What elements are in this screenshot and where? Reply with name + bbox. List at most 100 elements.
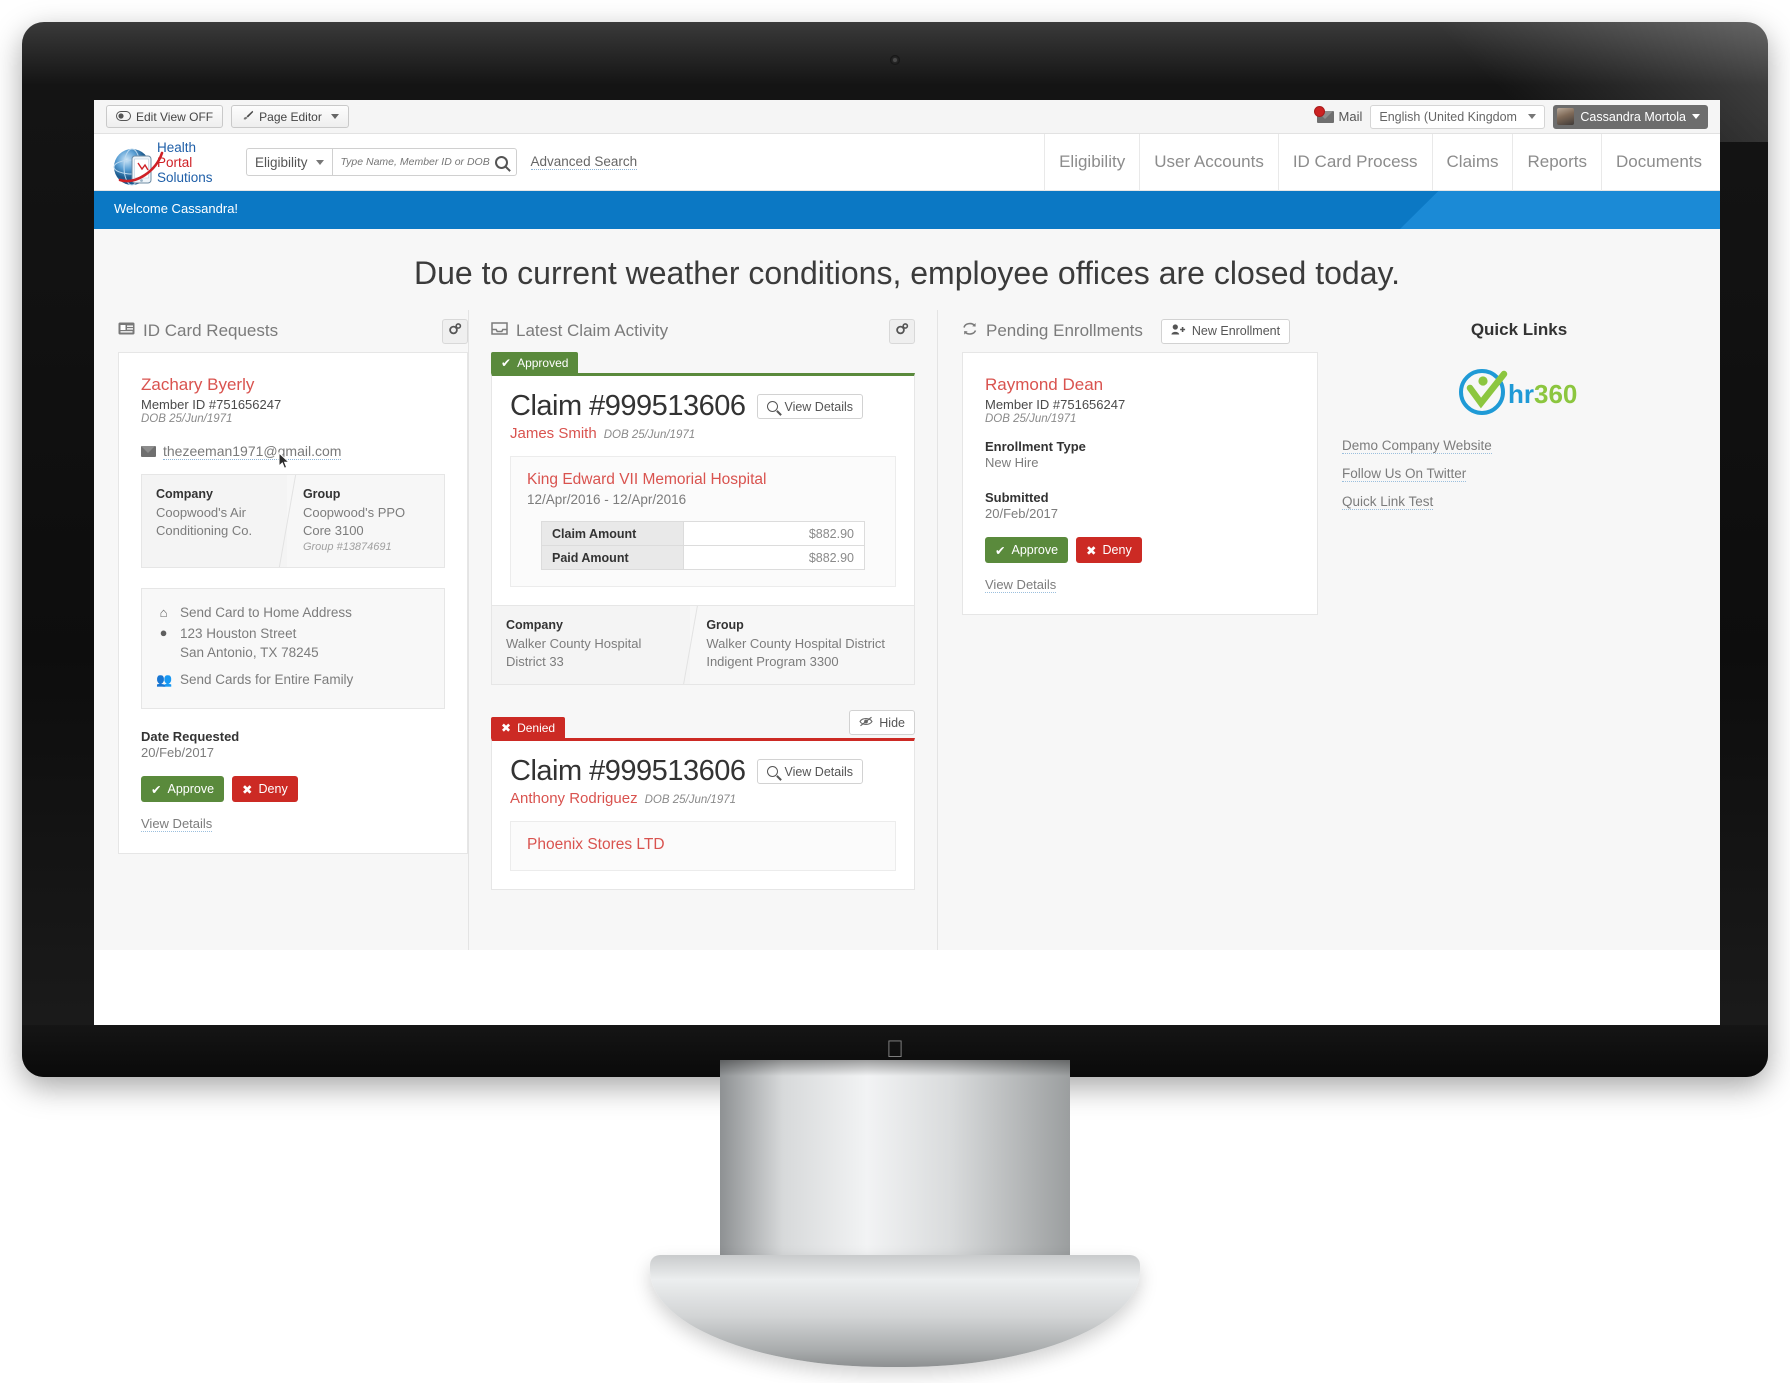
claim-activity-settings-button[interactable] [889, 318, 915, 344]
paid-amount-label: Paid Amount [540, 545, 685, 570]
hr360-logo[interactable]: hr 360 [1342, 368, 1696, 416]
member-email-link[interactable]: thezeeman1971@gmail.com [163, 443, 342, 460]
company-value: Walker County Hospital District 33 [506, 636, 642, 669]
enrollee-name[interactable]: Raymond Dean [985, 375, 1295, 395]
provider-name[interactable]: King Edward VII Memorial Hospital [527, 471, 879, 489]
view-details-link[interactable]: View Details [141, 816, 213, 833]
svg-text:Solutions: Solutions [157, 170, 213, 185]
svg-text:hr: hr [1508, 379, 1534, 409]
company-cell: Company Coopwood's Air Conditioning Co. [142, 475, 287, 567]
company-label: Company [156, 487, 213, 501]
enrollment-type-label: Enrollment Type [985, 439, 1086, 454]
svg-text:Portal: Portal [157, 155, 192, 170]
address-line-1: 123 Houston Street [180, 626, 297, 642]
quick-links-panel: Quick Links hr 360 Demo Company Website … [1318, 310, 1696, 950]
eye-slash-icon [859, 716, 873, 730]
group-cell: Group Coopwood's PPO Core 3100 Group #13… [286, 475, 444, 568]
approve-button[interactable]: ✔ Approve [141, 776, 225, 803]
mail-icon [1313, 105, 1334, 123]
submitted-block: Submitted 20/Feb/2017 [985, 490, 1295, 521]
deny-button[interactable]: ✖ Deny [1076, 537, 1142, 563]
mail-label: Mail [1338, 109, 1363, 124]
search-box[interactable] [331, 148, 517, 176]
family-option-row: 👥 Send Cards for Entire Family [156, 672, 430, 688]
search-input[interactable] [340, 156, 495, 168]
view-details-button[interactable]: View Details [757, 394, 864, 419]
view-details-link[interactable]: View Details [985, 577, 1057, 593]
toggle-icon [116, 110, 131, 124]
welcome-message: Welcome Cassandra! [114, 201, 239, 216]
claim-card-denied: Hide ✖ Denied Claim #999513606 View Deta… [491, 710, 915, 891]
quick-links-title: Quick Links [1470, 320, 1568, 339]
member-name[interactable]: Zachary Byerly [141, 375, 445, 395]
hide-button[interactable]: Hide [849, 710, 915, 736]
chevron-down-icon [1528, 114, 1537, 119]
welcome-bar-accent [1400, 191, 1720, 229]
claim-number: Claim #999513606 [510, 390, 746, 422]
deny-label: Deny [258, 782, 288, 797]
date-requested-block: Date Requested 20/Feb/2017 [141, 729, 445, 760]
new-enrollment-button[interactable]: New Enrollment [1160, 318, 1291, 344]
mail-button[interactable]: Mail [1313, 105, 1363, 124]
nav-item-reports[interactable]: Reports [1512, 133, 1601, 191]
claim-amount-value: $882.90 [683, 521, 865, 546]
id-card-requests-title: ID Card Requests [143, 321, 279, 340]
latest-claim-activity-panel: Latest Claim Activity ✔ Approved Claim #… [468, 310, 938, 950]
date-requested-value: 20/Feb/2017 [141, 745, 215, 761]
id-card-settings-button[interactable] [442, 318, 468, 344]
deny-button[interactable]: ✖ Deny [232, 776, 298, 803]
approve-button[interactable]: ✔ Approve [985, 537, 1069, 563]
claim-card-body: Claim #999513606 View Details James Smit… [491, 373, 915, 606]
family-icon: 👥 [156, 671, 173, 687]
table-row: Paid Amount $882.90 [540, 545, 865, 570]
enrollment-type-value: New Hire [985, 455, 1039, 470]
group-label: Group [302, 487, 341, 501]
display-screen: Edit View OFF Page Editor Mail English (… [94, 100, 1720, 1025]
quick-link-follow-us-on-twitter[interactable]: Follow Us On Twitter [1342, 466, 1467, 482]
claim-activity-header: Latest Claim Activity [491, 310, 915, 352]
dashboard: ID Card Requests Zachary Byerly Member I… [94, 310, 1720, 950]
service-dates: 12/Apr/2016 - 12/Apr/2016 [527, 492, 687, 507]
claim-member-name[interactable]: Anthony Rodriguez [510, 790, 638, 807]
edit-view-toggle-button[interactable]: Edit View OFF [106, 105, 224, 128]
site-logo[interactable]: Health Portal Solutions [94, 137, 234, 187]
search-scope-select[interactable]: Eligibility [246, 148, 332, 176]
quick-links-list: Demo Company Website Follow Us On Twitte… [1342, 438, 1696, 510]
page-editor-button[interactable]: Page Editor [231, 105, 349, 128]
webcam [890, 55, 900, 65]
language-select[interactable]: English (United Kingdom [1370, 104, 1546, 129]
chevron-down-icon [1692, 114, 1700, 119]
claim-number: Claim #999513606 [510, 755, 746, 788]
nav-item-user-accounts[interactable]: User Accounts [1139, 133, 1278, 191]
provider-box: King Edward VII Memorial Hospital 12/Apr… [510, 456, 896, 587]
claim-member-name[interactable]: James Smith [510, 425, 597, 442]
search-icon[interactable] [494, 155, 508, 169]
web-page: Edit View OFF Page Editor Mail English (… [94, 100, 1720, 1025]
search-icon [767, 766, 779, 778]
advanced-search-link[interactable]: Advanced Search [530, 154, 638, 170]
enrollment-card: Raymond Dean Member ID #751656247 DOB 25… [962, 352, 1318, 615]
nav-item-id-card-process[interactable]: ID Card Process [1277, 133, 1432, 191]
nav-item-eligibility[interactable]: Eligibility [1044, 133, 1139, 191]
pending-enrollments-header: Pending Enrollments New Enrollment [962, 310, 1318, 352]
view-details-button[interactable]: View Details [757, 759, 864, 785]
shipping-option-label: Send Card to Home Address [180, 605, 352, 621]
address-line-2: San Antonio, TX 78245 [180, 644, 319, 660]
home-icon: ⌂ [159, 605, 168, 621]
claim-amount-label: Claim Amount [540, 521, 685, 546]
company-cell: Company Walker County Hospital District … [492, 606, 691, 685]
user-menu[interactable]: Cassandra Mortola [1553, 104, 1708, 129]
nav-item-claims[interactable]: Claims [1431, 133, 1513, 191]
avatar [1557, 108, 1575, 125]
language-value: English (United Kingdom [1379, 109, 1517, 124]
provider-name[interactable]: Phoenix Stores LTD [527, 836, 879, 854]
quick-link-test[interactable]: Quick Link Test [1342, 494, 1434, 510]
company-group-box: Company Coopwood's Air Conditioning Co. … [141, 474, 445, 569]
quick-link-demo-company-website[interactable]: Demo Company Website [1342, 438, 1492, 454]
enrollment-type-block: Enrollment Type New Hire [985, 439, 1295, 470]
enrollment-actions: ✔ Approve ✖ Deny [985, 537, 1295, 563]
approve-label: Approve [1011, 543, 1059, 557]
nav-item-documents[interactable]: Documents [1601, 133, 1720, 191]
chevron-down-icon [315, 159, 324, 165]
refresh-icon [962, 322, 978, 341]
